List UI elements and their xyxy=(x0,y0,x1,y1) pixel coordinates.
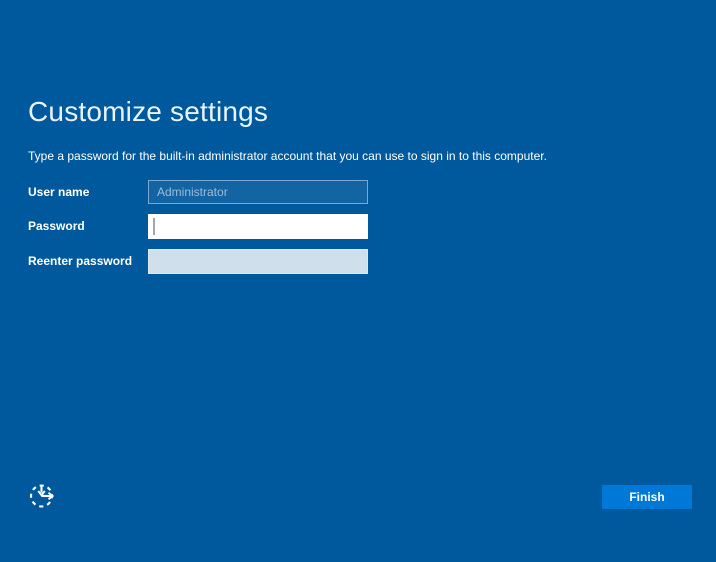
ease-of-access-button[interactable] xyxy=(27,480,59,512)
username-label: User name xyxy=(28,185,90,199)
text-caret xyxy=(153,218,155,235)
page-subtitle: Type a password for the built-in adminis… xyxy=(28,149,547,163)
page-title: Customize settings xyxy=(28,96,269,127)
reenter-password-field xyxy=(148,249,368,274)
ease-of-access-icon xyxy=(28,484,58,513)
password-label: Password xyxy=(28,219,85,233)
oobe-customize-settings-screen: Customize settings Type a password for t… xyxy=(0,0,716,562)
finish-button[interactable]: Finish xyxy=(602,485,692,509)
username-field xyxy=(148,180,368,204)
password-field[interactable] xyxy=(148,214,368,239)
reenter-password-label: Reenter password xyxy=(28,254,133,268)
password-input[interactable] xyxy=(149,215,367,238)
